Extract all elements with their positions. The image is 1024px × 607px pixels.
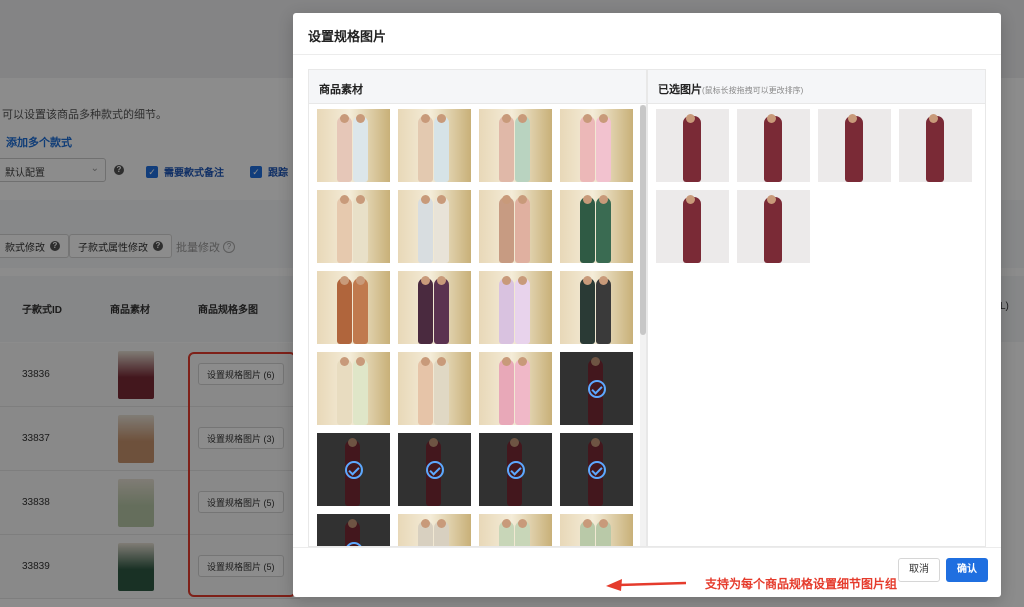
material-thumbnail[interactable] [398,109,471,182]
confirm-button[interactable]: 确认 [946,558,988,582]
check-circle-icon [345,542,363,546]
dress-figure [515,357,530,425]
selected-panel-title: 已选图片 [658,84,702,96]
dress-figure [353,276,368,344]
dialog-title: 设置规格图片 [308,29,387,44]
material-thumbnail[interactable] [317,433,390,506]
selected-thumbnail[interactable] [656,190,729,263]
scrollbar-thumb[interactable] [640,105,646,335]
materials-grid [309,105,639,546]
material-thumbnail[interactable] [317,271,390,344]
dress-figure [764,195,782,263]
material-thumbnail[interactable] [560,352,633,425]
dress-figure [596,276,611,344]
dress-figure [580,519,595,546]
material-thumbnail[interactable] [398,352,471,425]
selected-thumbnail[interactable] [899,109,972,182]
dress-figure [596,114,611,182]
material-thumbnail[interactable] [560,109,633,182]
material-thumbnail[interactable] [398,514,471,546]
dress-figure [418,276,433,344]
dress-figure [434,195,449,263]
dress-figure [499,276,514,344]
dress-figure [434,276,449,344]
dress-figure [337,357,352,425]
material-thumbnail[interactable] [560,190,633,263]
material-thumbnail[interactable] [479,352,552,425]
dress-figure [515,276,530,344]
material-thumbnail[interactable] [398,190,471,263]
material-thumbnail[interactable] [479,109,552,182]
selected-thumbnail[interactable] [818,109,891,182]
dress-figure [499,357,514,425]
dress-figure [845,114,863,182]
check-circle-icon [507,461,525,479]
cancel-button[interactable]: 取消 [898,558,940,582]
dress-figure [515,519,530,546]
dress-figure [353,357,368,425]
material-thumbnail[interactable] [479,271,552,344]
dress-figure [337,195,352,263]
dress-figure [353,114,368,182]
material-thumbnail[interactable] [317,109,390,182]
material-thumbnail[interactable] [560,514,633,546]
material-thumbnail[interactable] [560,271,633,344]
materials-panel: 商品素材 [308,69,647,547]
dress-figure [580,276,595,344]
drag-sort-hint: (鼠标长按拖拽可以更改排序) [702,86,804,95]
dress-figure [764,114,782,182]
dress-figure [683,195,701,263]
check-circle-icon [345,461,363,479]
dress-figure [418,114,433,182]
check-circle-icon [588,380,606,398]
dress-figure [353,195,368,263]
check-circle-icon [426,461,444,479]
selected-thumbnail[interactable] [737,190,810,263]
dress-figure [337,114,352,182]
selected-thumbnail[interactable] [737,109,810,182]
dress-figure [418,195,433,263]
set-spec-images-dialog: 设置规格图片 商品素材 已选图片(鼠标长按拖拽可以更改排序) 支持为每个商品规格… [293,13,1001,597]
annotation-arrow-icon [606,579,686,591]
annotation-text: 支持为每个商品规格设置细节图片组 [705,577,898,591]
check-circle-icon [588,461,606,479]
dress-figure [418,519,433,546]
dress-figure [434,114,449,182]
dress-figure [434,357,449,425]
material-thumbnail[interactable] [398,271,471,344]
dress-figure [515,195,530,263]
dress-figure [499,519,514,546]
material-thumbnail[interactable] [479,190,552,263]
dress-figure [499,114,514,182]
dress-figure [418,357,433,425]
selected-thumbnail[interactable] [656,109,729,182]
materials-panel-title: 商品素材 [309,70,646,104]
dress-figure [499,195,514,263]
material-thumbnail[interactable] [479,433,552,506]
dress-figure [434,519,449,546]
dress-figure [515,114,530,182]
dress-figure [596,195,611,263]
dress-figure [580,195,595,263]
material-thumbnail[interactable] [317,514,390,546]
selected-panel-header: 已选图片(鼠标长按拖拽可以更改排序) [648,70,985,104]
material-thumbnail[interactable] [398,433,471,506]
dress-figure [337,276,352,344]
material-thumbnail[interactable] [317,190,390,263]
material-thumbnail[interactable] [479,514,552,546]
dress-figure [926,114,944,182]
dress-figure [683,114,701,182]
selected-grid [648,105,978,546]
dress-figure [580,114,595,182]
materials-scrollbar[interactable] [640,105,646,546]
material-thumbnail[interactable] [560,433,633,506]
selected-panel: 已选图片(鼠标长按拖拽可以更改排序) [647,69,986,547]
material-thumbnail[interactable] [317,352,390,425]
dress-figure [596,519,611,546]
